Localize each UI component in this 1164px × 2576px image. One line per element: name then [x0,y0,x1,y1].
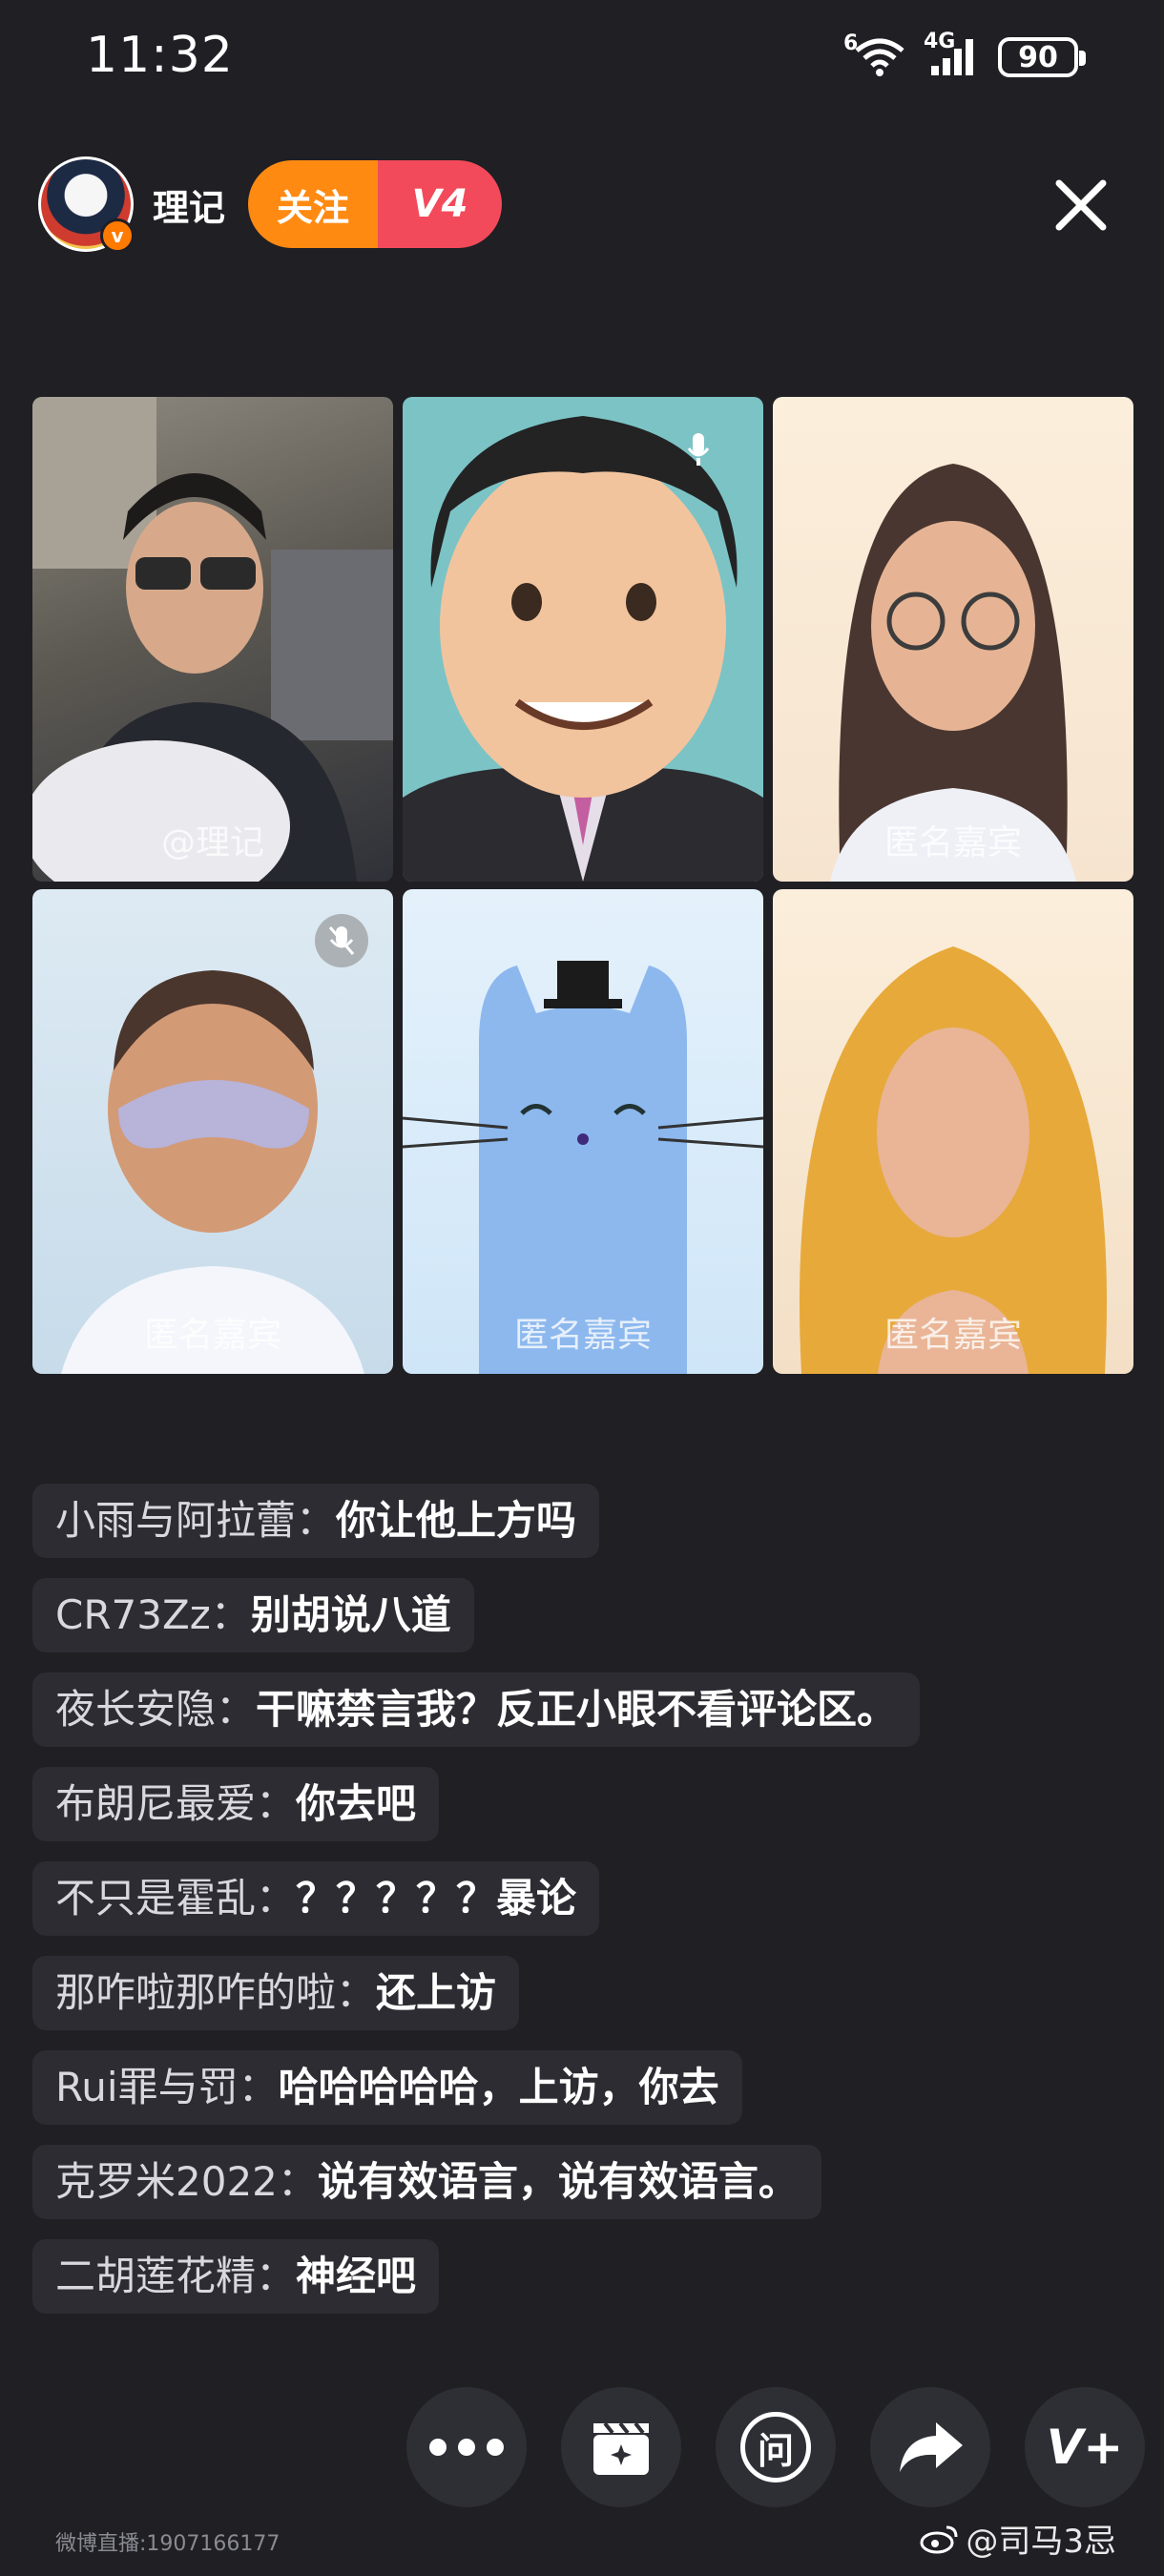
comment-user[interactable]: 不只是霍乱： [55,1875,296,1922]
comment-text: 别胡说八道 [250,1591,451,1638]
comment-user[interactable]: 小雨与阿拉蕾： [55,1497,336,1544]
mic-icon [687,431,710,471]
close-icon [1055,179,1107,231]
guest-grid: @理记 匿名嘉宾 匿名嘉宾 匿名嘉宾 匿名嘉宾 [32,397,1133,1374]
comment-item[interactable]: 夜长安隐：干嘛禁言我？反正小眼不看评论区。 [32,1672,921,1747]
comment-text: 还上访 [376,1969,497,2016]
guest-label: @理记 [160,823,264,862]
status-icons: 6 4G 90 [843,29,1086,86]
v-plus-button[interactable]: V+ [1025,2387,1145,2507]
comment-text: 你让他上方吗 [336,1497,577,1544]
guest-tile-host[interactable]: @理记 [32,397,393,882]
avatar-glasses-woman-image [830,464,1076,882]
ask-label: 问 [757,2429,794,2472]
guest-tile-anonymous[interactable]: 匿名嘉宾 [773,397,1133,882]
comment-item[interactable]: CR73Zz：别胡说八道 [32,1578,474,1652]
comment-text: 干嘛禁言我？反正小眼不看评论区。 [256,1686,898,1733]
follow-button[interactable]: 关注 [248,160,379,248]
more-button[interactable] [406,2387,527,2507]
comment-text: 哈哈哈哈哈，上访，你去 [278,2064,719,2110]
guest-tile-cartoon[interactable] [403,397,763,882]
comment-item[interactable]: 不只是霍乱：？？？？？暴论 [32,1861,600,1936]
avatar-blonde-woman-image [799,946,1108,1374]
comment-item[interactable]: 克罗米2022：说有效语言，说有效语言。 [32,2145,821,2219]
host-name[interactable]: 理记 [153,178,225,231]
battery-level: 90 [1018,40,1058,74]
comment-item[interactable]: 布朗尼最爱：你去吧 [32,1767,440,1841]
wifi-icon: 6 [843,31,906,77]
comment-item[interactable]: 那咋啦那咋的啦：还上访 [32,1956,520,2030]
camera-feed-image [32,397,393,882]
guest-tile-anonymous[interactable]: 匿名嘉宾 [32,889,393,1374]
clock-time: 11:32 [86,27,234,84]
status-bar: 11:32 6 4G 90 [0,0,1164,114]
comment-user[interactable]: 二胡莲花精： [55,2253,296,2299]
v-plus-icon: V+ [1046,2420,1124,2475]
mic-muted-icon [315,914,368,967]
weibo-logo-icon [920,2525,958,2553]
clapper-icon [593,2421,649,2475]
comment-user[interactable]: 那咋啦那咋的啦： [55,1969,376,2016]
comment-list: 小雨与阿拉蕾：你让他上方吗 CR73Zz：别胡说八道 夜长安隐：干嘛禁言我？反正… [32,1484,1082,2334]
host-avatar[interactable]: v [38,156,135,253]
bottom-toolbar: 问 V+ [406,2387,1145,2507]
level-badge[interactable]: V4 [378,160,503,248]
host-bar: v 理记 关注 V4 [38,155,503,254]
comment-text: 神经吧 [296,2253,417,2299]
clip-button[interactable] [561,2387,681,2507]
comment-item[interactable]: 小雨与阿拉蕾：你让他上方吗 [32,1484,600,1558]
more-icon [429,2439,504,2456]
live-id: 微博直播:1907166177 [55,2532,281,2556]
comment-text: 说有效语言，说有效语言。 [317,2158,799,2205]
comment-text: ？？？？？暴论 [296,1875,577,1922]
follow-pill: 关注 V4 [248,160,503,248]
cat-avatar-image [403,961,763,1374]
ask-icon: 问 [740,2412,811,2483]
guest-label: 匿名嘉宾 [513,1316,652,1355]
comment-item[interactable]: 二胡莲花精：神经吧 [32,2239,440,2314]
share-button[interactable] [870,2387,990,2507]
close-button[interactable] [1048,172,1114,239]
watermark: @司马3忌 [920,2515,1116,2562]
guest-tile-anonymous[interactable]: 匿名嘉宾 [403,889,763,1374]
ask-button[interactable]: 问 [716,2387,836,2507]
guest-label: 匿名嘉宾 [883,823,1022,862]
comment-user[interactable]: Rui罪与罚： [55,2064,279,2110]
comment-user[interactable]: 夜长安隐： [55,1686,256,1733]
guest-label: 匿名嘉宾 [143,1316,281,1355]
watermark-text: @司马3忌 [966,2523,1116,2561]
guest-label: 匿名嘉宾 [883,1316,1022,1355]
guest-tile-anonymous[interactable]: 匿名嘉宾 [773,889,1133,1374]
share-icon [900,2422,963,2472]
comment-user[interactable]: 布朗尼最爱： [55,1780,296,1827]
comment-user[interactable]: CR73Zz： [55,1591,251,1638]
verified-badge-icon: v [100,218,135,253]
comment-text: 你去吧 [296,1780,417,1827]
comment-item[interactable]: Rui罪与罚：哈哈哈哈哈，上访，你去 [32,2050,742,2125]
comment-user[interactable]: 克罗米2022： [55,2158,318,2205]
cellular-signal-icon: 4G [924,30,977,77]
battery-icon: 90 [998,37,1086,77]
